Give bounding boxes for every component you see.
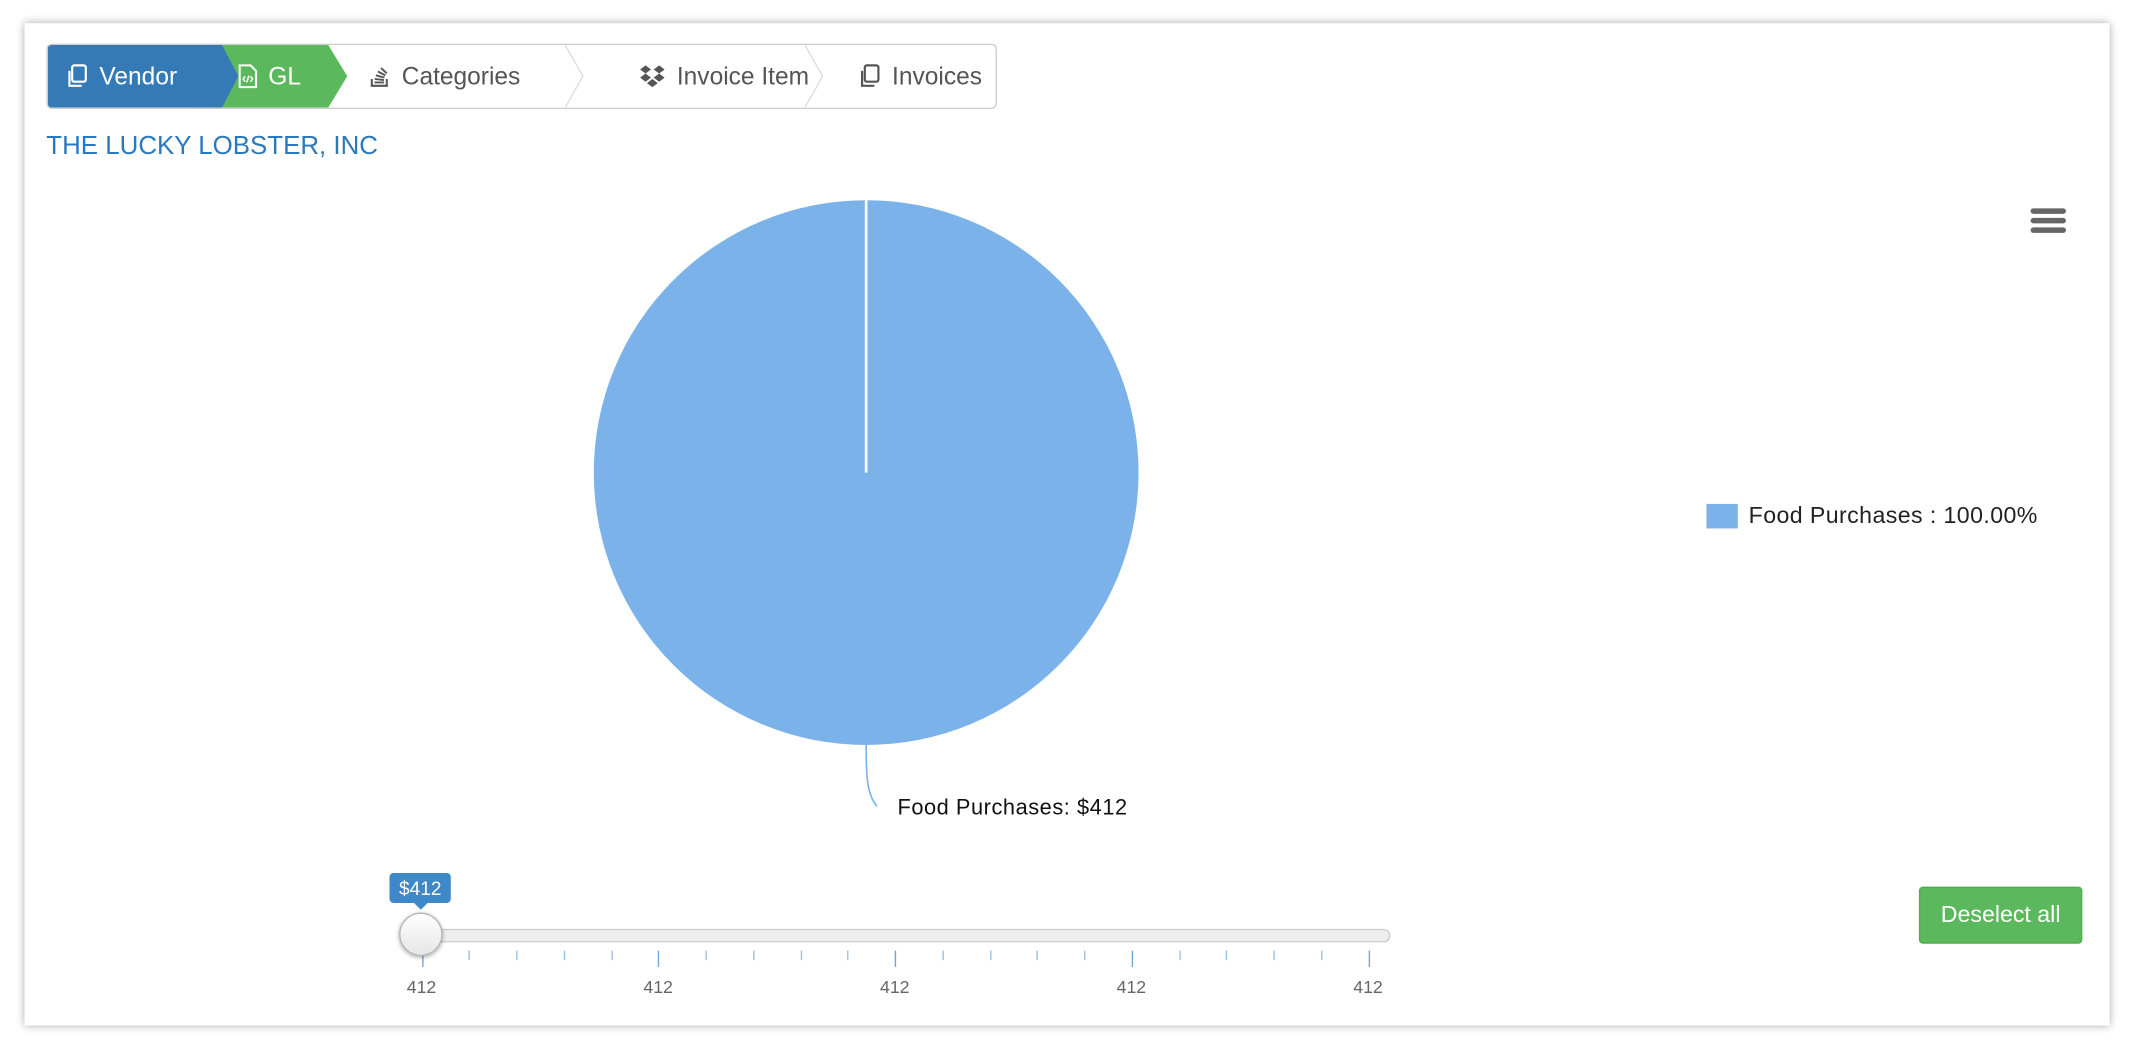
slider-tick — [942, 950, 944, 961]
slider-tick — [1320, 950, 1323, 961]
hamburger-menu-icon[interactable] — [2030, 208, 2067, 237]
breadcrumb-invoice-item-label: Invoice Item — [676, 61, 810, 90]
breadcrumb-categories-label: Categories — [401, 61, 521, 90]
slider-value-tooltip: $412 — [389, 872, 452, 910]
pie-slice-food-purchases[interactable] — [593, 200, 1139, 745]
breadcrumb-invoices[interactable]: Invoices — [829, 45, 982, 108]
company-name[interactable]: THE LUCKY LOBSTER, INC — [46, 132, 378, 162]
slider-tick — [1368, 950, 1370, 967]
slider-tick — [847, 950, 849, 961]
breadcrumb-gl-label: GL — [268, 61, 302, 90]
legend-item-food-purchases[interactable]: Food Purchases : 100.00% — [1706, 503, 2037, 530]
breadcrumb-separator — [804, 44, 824, 108]
slider-tick — [516, 950, 518, 961]
slider-tick — [563, 950, 565, 961]
breadcrumb-categories[interactable]: Categories — [369, 45, 520, 108]
slider-tick-label: 412 — [406, 976, 437, 997]
copy-icon — [68, 64, 87, 87]
slider-tick — [705, 950, 707, 961]
slider-handle[interactable] — [399, 912, 443, 957]
slider-tick — [1273, 950, 1275, 961]
slider-tick-label: 412 — [1353, 976, 1383, 997]
slider-tick — [658, 950, 660, 967]
slider-tick — [468, 950, 471, 961]
vendor-panel: Vendor GL Categories Invoice Item Invoic… — [24, 23, 2110, 1026]
stage: Vendor GL Categories Invoice Item Invoic… — [0, 0, 2130, 1049]
breadcrumb-separator — [565, 44, 584, 108]
slider-tick — [610, 950, 613, 961]
slider-tick — [752, 950, 755, 961]
breadcrumb-vendor-label: Vendor — [99, 61, 178, 90]
slider-tick — [800, 950, 802, 961]
legend-swatch — [1706, 503, 1738, 529]
breadcrumb: Vendor GL Categories Invoice Item Invoic… — [46, 43, 997, 109]
slider-tick — [1036, 950, 1039, 961]
slider-tick — [989, 950, 991, 961]
slider-tick — [1226, 950, 1228, 961]
pie-data-label: Food Purchases: $412 — [897, 796, 1128, 820]
breadcrumb-invoice-item[interactable]: Invoice Item — [592, 45, 809, 108]
slider-tick-label: 412 — [1116, 976, 1147, 997]
slider-tick — [1131, 950, 1133, 967]
slider-tick — [894, 950, 897, 967]
slider-track[interactable] — [419, 928, 1391, 943]
copy-icon — [860, 64, 880, 87]
slider-tick-label: 412 — [879, 976, 910, 997]
dropbox-icon — [640, 65, 665, 88]
slider-tick-label: 412 — [643, 976, 673, 997]
data-label-connector — [865, 744, 878, 807]
breadcrumb-vendor[interactable]: Vendor — [47, 44, 239, 108]
legend-label: Food Purchases : 100.00% — [1748, 502, 2038, 529]
slider-tick — [1084, 950, 1086, 961]
deselect-all-button[interactable]: Deselect all — [1918, 886, 2083, 944]
code-file-icon — [238, 64, 258, 89]
slider-tick — [1178, 950, 1181, 961]
breadcrumb-invoices-label: Invoices — [892, 61, 982, 90]
stack-overflow-icon — [370, 67, 388, 87]
